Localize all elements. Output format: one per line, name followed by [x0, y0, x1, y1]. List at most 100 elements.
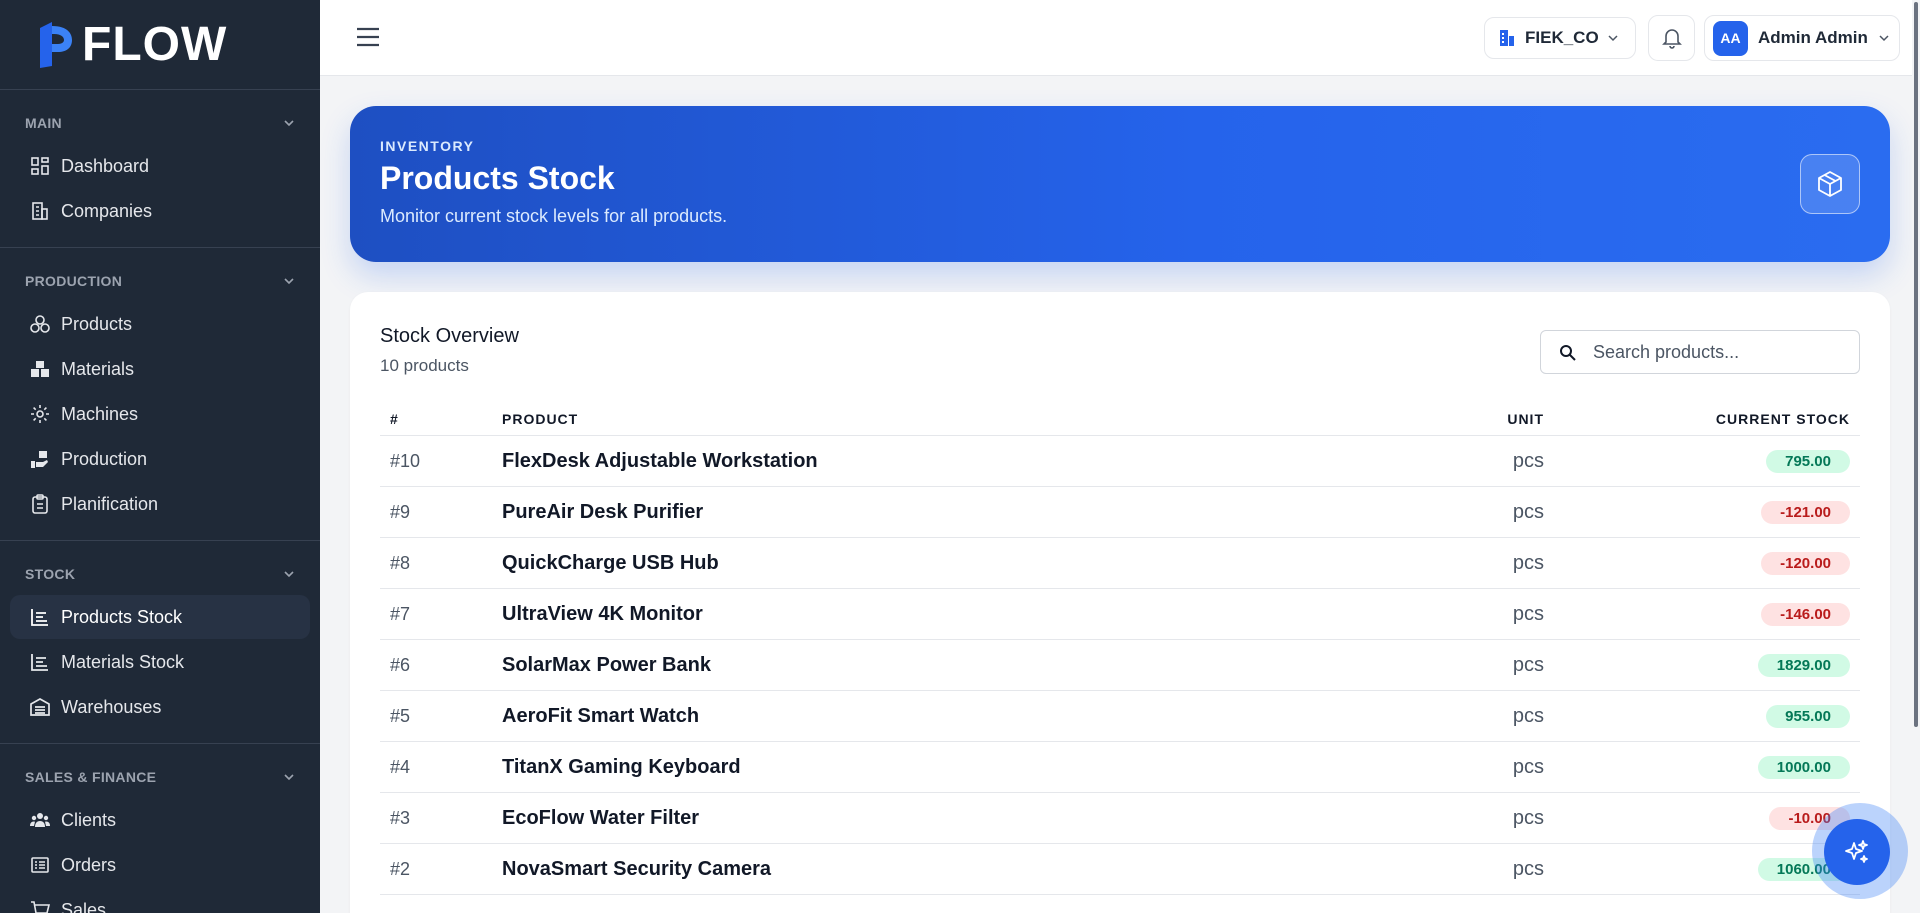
ai-assistant-button[interactable]	[1824, 819, 1890, 885]
row-number: #9	[390, 501, 411, 522]
search-input[interactable]	[1593, 341, 1843, 363]
chevron-down-icon	[284, 120, 294, 127]
unit: pcs	[1512, 857, 1544, 880]
users-icon	[29, 809, 51, 831]
sidebar-item-label: Materials	[61, 358, 135, 379]
products-icon	[29, 313, 51, 335]
chevron-down-icon	[1879, 35, 1889, 42]
table-row[interactable]: #10 FlexDesk Adjustable Workstation pcs …	[380, 436, 1860, 487]
column-header-product[interactable]: PRODUCT	[502, 411, 1434, 427]
stock-table: # PRODUCT UNIT CURRENT STOCK #10 FlexDes…	[380, 402, 1860, 895]
unit: pcs	[1512, 602, 1544, 625]
avatar: AA	[1713, 20, 1748, 56]
stock-badge: 795.00	[1766, 449, 1850, 473]
column-header-number[interactable]: #	[380, 411, 502, 427]
logo-text: FLOW	[82, 18, 228, 71]
product-name: NovaSmart Security Camera	[502, 857, 772, 880]
table-row[interactable]: #6 SolarMax Power Bank pcs 1829.00	[380, 640, 1860, 691]
sidebar-item-label: Companies	[61, 200, 153, 221]
column-header-current-stock[interactable]: CURRENT STOCK	[1544, 411, 1860, 427]
search-box	[1540, 330, 1860, 374]
sidebar-item-materials-stock[interactable]: Materials Stock	[10, 640, 310, 684]
column-header-unit[interactable]: UNIT	[1434, 411, 1544, 427]
stock-badge: -120.00	[1761, 551, 1850, 575]
section-header-sales-finance[interactable]: SALES & FINANCE	[10, 762, 310, 792]
product-name: EcoFlow Water Filter	[502, 806, 700, 829]
sidebar-item-clients[interactable]: Clients	[10, 798, 310, 842]
section-header-stock[interactable]: STOCK	[10, 559, 310, 589]
section-header-main[interactable]: MAIN	[10, 108, 310, 138]
sidebar-item-label: Materials Stock	[61, 651, 185, 672]
row-number: #4	[390, 756, 411, 777]
row-number: #5	[390, 705, 411, 726]
product-name: PureAir Desk Purifier	[502, 500, 704, 523]
sidebar-item-production[interactable]: Production	[10, 437, 310, 481]
sidebar-item-sales[interactable]: Sales	[10, 888, 310, 913]
sidebar-item-label: Production	[61, 448, 148, 469]
table-row[interactable]: #3 EcoFlow Water Filter pcs -10.00	[380, 793, 1860, 844]
sidebar-item-planification[interactable]: Planification	[10, 482, 310, 526]
table-row[interactable]: #7 UltraView 4K Monitor pcs -146.00	[380, 589, 1860, 640]
table-row[interactable]: #4 TitanX Gaming Keyboard pcs 1000.00	[380, 742, 1860, 793]
scrollbar-thumb[interactable]	[1914, 2, 1918, 727]
stock-badge: 1829.00	[1757, 653, 1850, 677]
unit: pcs	[1512, 704, 1544, 727]
unit: pcs	[1512, 551, 1544, 574]
divider	[0, 743, 320, 744]
section-title: PRODUCTION	[25, 273, 123, 289]
card-title: Stock Overview	[380, 325, 519, 347]
row-number: #10	[390, 450, 421, 471]
building-icon	[29, 200, 51, 222]
product-name: FlexDesk Adjustable Workstation	[502, 449, 818, 472]
table-row[interactable]: #8 QuickCharge USB Hub pcs -120.00	[380, 538, 1860, 589]
building-icon	[1500, 30, 1514, 46]
hamburger-menu-icon[interactable]	[355, 24, 381, 50]
stock-overview-card: Stock Overview 10 products # PRODUCT UNI…	[350, 292, 1890, 913]
stock-badge: -146.00	[1761, 602, 1850, 626]
user-menu[interactable]: AA Admin Admin	[1704, 15, 1900, 61]
sidebar-item-products[interactable]: Products	[10, 302, 310, 346]
page-subtitle: Monitor current stock levels for all pro…	[380, 206, 728, 226]
chart-icon	[29, 606, 51, 628]
sidebar-item-label: Sales	[61, 899, 107, 913]
company-selector[interactable]: FIEK_CO	[1484, 17, 1636, 59]
unit: pcs	[1512, 755, 1544, 778]
table-row[interactable]: #9 PureAir Desk Purifier pcs -121.00	[380, 487, 1860, 538]
boxes-icon	[29, 358, 51, 380]
section-header-production[interactable]: PRODUCTION	[10, 266, 310, 296]
sidebar-item-label: Products	[61, 313, 133, 334]
sidebar-item-label: Products Stock	[61, 606, 183, 627]
product-name: TitanX Gaming Keyboard	[502, 755, 741, 778]
dashboard-icon	[29, 155, 51, 177]
box-icon	[1818, 171, 1842, 197]
product-name: QuickCharge USB Hub	[502, 551, 719, 574]
logo[interactable]: FLOW	[0, 0, 320, 90]
table-row[interactable]: #5 AeroFit Smart Watch pcs 955.00	[380, 691, 1860, 742]
chevron-down-icon	[284, 571, 294, 578]
sidebar: FLOW MAIN Dashboard Companies PRODUCTION…	[0, 0, 320, 913]
sidebar-item-products-stock[interactable]: Products Stock	[10, 595, 310, 639]
sidebar-section-stock: STOCK Products Stock Materials Stock War…	[0, 559, 320, 729]
notifications-button[interactable]	[1648, 15, 1695, 61]
sidebar-item-companies[interactable]: Companies	[10, 189, 310, 233]
hand-box-icon	[29, 448, 51, 470]
stock-badge: 1000.00	[1757, 755, 1850, 779]
table-header: # PRODUCT UNIT CURRENT STOCK	[380, 402, 1860, 436]
chevron-down-icon	[1608, 35, 1618, 42]
product-name: UltraView 4K Monitor	[502, 602, 703, 625]
sidebar-item-orders[interactable]: Orders	[10, 843, 310, 887]
clipboard-icon	[29, 493, 51, 515]
stock-badge: -121.00	[1761, 500, 1850, 524]
sidebar-item-dashboard[interactable]: Dashboard	[10, 144, 310, 188]
section-title: SALES & FINANCE	[25, 769, 157, 785]
sidebar-item-materials[interactable]: Materials	[10, 347, 310, 391]
chevron-down-icon	[284, 774, 294, 781]
flow-logo-icon	[40, 21, 72, 68]
page-eyebrow: INVENTORY	[380, 138, 475, 154]
row-number: #6	[390, 654, 411, 675]
table-row[interactable]: #2 NovaSmart Security Camera pcs 1060.00	[380, 844, 1860, 895]
sidebar-item-warehouses[interactable]: Warehouses	[10, 685, 310, 729]
product-name: SolarMax Power Bank	[502, 653, 711, 676]
topbar: FIEK_CO AA Admin Admin	[320, 0, 1920, 76]
sidebar-item-machines[interactable]: Machines	[10, 392, 310, 436]
